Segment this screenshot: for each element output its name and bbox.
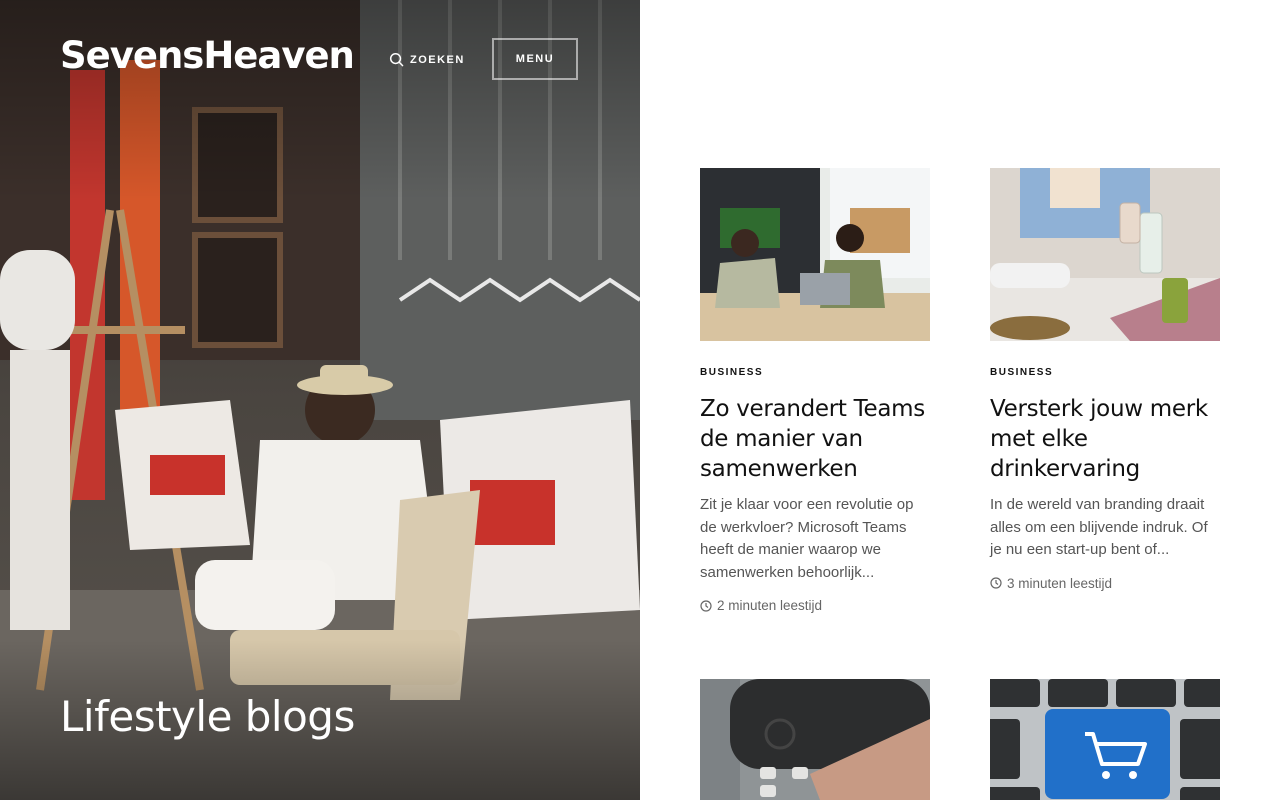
- post-meta: 2 minuten leestijd: [700, 598, 930, 613]
- post-thumbnail-image: [990, 168, 1220, 341]
- menu-button[interactable]: MENU: [492, 38, 578, 80]
- reading-time: 3 minuten leestijd: [1007, 575, 1113, 591]
- post-title[interactable]: Zo verandert Teams de manier van samenwe…: [700, 394, 930, 484]
- post-card: [700, 679, 930, 800]
- hero-panel: SevensHeaven ZOEKEN MENU Lifestyle blogs: [0, 0, 640, 800]
- post-category[interactable]: BUSINESS: [700, 367, 930, 378]
- post-excerpt: Zit je klaar voor een revolutie op de we…: [700, 496, 914, 581]
- search-toggle[interactable]: ZOEKEN: [389, 52, 465, 67]
- post-card: [990, 679, 1220, 800]
- search-icon: [389, 52, 404, 67]
- hero-heading: Lifestyle blogs: [60, 692, 355, 741]
- post-card: BUSINESS Zo verandert Teams de manier va…: [700, 168, 930, 613]
- site-title[interactable]: SevensHeaven: [60, 34, 355, 77]
- clock-icon: [700, 599, 712, 612]
- post-thumbnail-link[interactable]: [700, 679, 930, 800]
- post-meta: 3 minuten leestijd: [990, 576, 1220, 591]
- post-thumbnail-link[interactable]: [700, 168, 930, 341]
- post-thumbnail-link[interactable]: [990, 679, 1220, 800]
- post-thumbnail-image: [700, 679, 930, 800]
- post-title[interactable]: Versterk jouw merk met elke drinkervarin…: [990, 394, 1220, 484]
- post-thumbnail-link[interactable]: [990, 168, 1220, 341]
- post-thumbnail-image: [990, 679, 1220, 800]
- search-label: ZOEKEN: [410, 53, 465, 66]
- post-excerpt: In de wereld van branding draait alles o…: [990, 496, 1208, 558]
- post-thumbnail-image: [700, 168, 930, 341]
- post-category[interactable]: BUSINESS: [990, 367, 1220, 378]
- clock-icon: [990, 577, 1002, 589]
- hero-background-image: [0, 0, 640, 800]
- post-card: BUSINESS Versterk jouw merk met elke dri…: [990, 168, 1220, 591]
- reading-time: 2 minuten leestijd: [717, 598, 823, 613]
